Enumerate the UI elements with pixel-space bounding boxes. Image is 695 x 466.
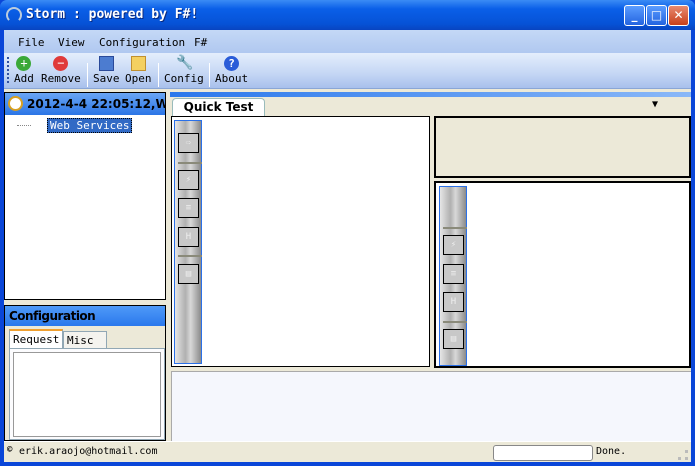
tab-request[interactable]: Request [9, 329, 64, 348]
remove-icon: − [53, 56, 69, 71]
text-document-icon[interactable]: ≡ [443, 264, 464, 284]
info-panel [434, 116, 691, 178]
tab-misc[interactable]: Misc [63, 331, 107, 348]
response-panel[interactable]: ⚡ ≡ H ▤ [434, 181, 691, 368]
wrench-icon: 🔧 [176, 55, 194, 71]
menu-view[interactable]: View [58, 36, 85, 49]
menu-file[interactable]: File [18, 36, 45, 49]
tree-root-item[interactable]: 2012-4-4 22:05:12,W... [5, 93, 165, 115]
toolbar: + Add − Remove Save Open 🔧 Config ? About [4, 53, 691, 89]
toolbar-separator [178, 162, 202, 164]
tab-list-dropdown-icon[interactable]: ▼ [652, 99, 658, 110]
format-icon[interactable]: ⚡ [443, 235, 464, 255]
author-email: erik.araojo@hotmail.com [19, 446, 158, 457]
status-text: Done. [596, 446, 627, 457]
app-icon [6, 7, 22, 23]
status-bar: © erik.araojo@hotmail.com Done. [4, 441, 691, 462]
format-icon[interactable]: ⚡ [178, 170, 199, 190]
copyright-icon: © [7, 445, 13, 455]
toolbar-separator [178, 255, 202, 257]
menu-configuration[interactable]: Configuration [99, 36, 185, 49]
session-tree[interactable]: 2012-4-4 22:05:12,W... Web Services [4, 92, 166, 300]
open-button[interactable]: Open [125, 56, 152, 85]
text-document-icon[interactable]: ≡ [178, 198, 199, 218]
send-arrow-icon[interactable]: ⇨ [178, 133, 199, 153]
resize-grip[interactable] [678, 450, 688, 460]
save-icon [98, 56, 114, 71]
configuration-panel: Configuration Request Misc [4, 305, 166, 441]
open-folder-icon [130, 56, 146, 71]
tab-strip-bar [170, 92, 691, 97]
toolbar-separator [443, 227, 467, 229]
save-label: Save [93, 72, 120, 85]
config-button[interactable]: 🔧 Config [164, 56, 204, 85]
remove-label: Remove [41, 72, 81, 85]
request-editor-panel[interactable]: ⇨ ⚡ ≡ H ▤ [171, 116, 430, 367]
toolbar-separator [209, 63, 210, 87]
tree-line [17, 125, 31, 126]
html-icon[interactable]: H [443, 292, 464, 312]
window-title: Storm : powered by F#! [26, 7, 199, 22]
output-panel[interactable] [171, 371, 691, 441]
request-editor[interactable] [13, 352, 161, 437]
menu-fsharp[interactable]: F# [194, 36, 207, 49]
save-disk-icon[interactable]: ▤ [178, 264, 199, 284]
html-icon[interactable]: H [178, 227, 199, 247]
request-tab-content [9, 348, 165, 440]
add-button[interactable]: + Add [14, 56, 34, 85]
tab-quick-test[interactable]: Quick Test [172, 98, 265, 117]
add-icon: + [16, 56, 32, 71]
menu-bar: File View Configuration F# [4, 30, 691, 53]
open-label: Open [125, 72, 152, 85]
editor-vertical-toolbar: ⇨ ⚡ ≡ H ▤ [174, 120, 202, 364]
about-label: About [215, 72, 249, 85]
config-label: Config [164, 72, 204, 85]
help-icon: ? [224, 56, 240, 71]
minimize-button[interactable]: _ [624, 5, 645, 26]
close-button[interactable]: ✕ [668, 5, 689, 26]
remove-button[interactable]: − Remove [41, 56, 81, 85]
tree-root-label: 2012-4-4 22:05:12,W... [27, 97, 165, 111]
toolbar-separator [158, 63, 159, 87]
toolbar-separator [443, 321, 467, 323]
response-vertical-toolbar: ⚡ ≡ H ▤ [439, 186, 467, 366]
add-label: Add [14, 72, 34, 85]
maximize-button[interactable]: □ [646, 5, 667, 26]
progress-bar [493, 445, 593, 461]
clock-icon [8, 96, 23, 111]
tree-item-web-services[interactable]: Web Services [47, 118, 133, 133]
save-disk-icon[interactable]: ▤ [443, 329, 464, 349]
save-button[interactable]: Save [93, 56, 120, 85]
toolbar-separator [87, 63, 88, 87]
about-button[interactable]: ? About [215, 56, 248, 85]
toolbar-grip[interactable] [7, 57, 9, 83]
configuration-header: Configuration [5, 306, 165, 326]
